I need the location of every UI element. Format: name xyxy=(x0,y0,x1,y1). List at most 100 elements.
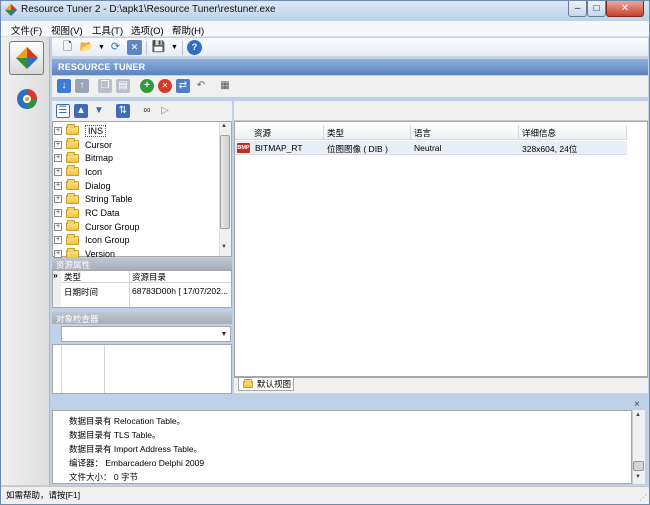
folder-icon xyxy=(66,138,79,150)
cell-type: 位图图像 ( DIB ) xyxy=(327,144,388,154)
close-button[interactable]: ✕ xyxy=(606,1,644,17)
tree-item[interactable]: + INS xyxy=(54,124,217,138)
tree-item[interactable]: + Bitmap xyxy=(54,151,217,165)
app-logo-icon xyxy=(5,4,17,16)
column-header-type[interactable]: 类型 xyxy=(327,127,344,139)
tree-item[interactable]: + Cursor Group xyxy=(54,220,217,234)
help-icon[interactable]: ? xyxy=(187,40,202,55)
log-line: 数据目录有 Import Address Table。 xyxy=(69,444,203,454)
menu-file[interactable]: 文件(F) xyxy=(11,23,42,37)
tree-item-label: Bitmap xyxy=(85,153,114,164)
expand-plus-icon[interactable]: + xyxy=(54,126,62,135)
inspector-col-divider xyxy=(104,345,105,393)
property-key-type: 类型 xyxy=(64,272,82,282)
move-up-icon[interactable]: ↑ xyxy=(75,79,89,93)
image-view-icon[interactable]: ▲ xyxy=(74,104,88,118)
log-scroll-thumb[interactable] xyxy=(633,461,644,471)
column-header-details[interactable]: 详细信息 xyxy=(522,127,556,139)
expand-plus-icon[interactable]: + xyxy=(54,222,62,231)
folder-icon xyxy=(66,206,79,218)
folder-icon xyxy=(66,220,79,232)
resize-grip-icon[interactable]: ⋰ xyxy=(639,493,647,502)
scroll-up-arrow-icon[interactable]: ▲ xyxy=(221,123,227,129)
tree-item[interactable]: + Dialog xyxy=(54,179,217,193)
open-dropdown-chevron-icon[interactable]: ▼ xyxy=(94,40,109,55)
new-file-icon[interactable]: 🗋 xyxy=(60,40,75,55)
column-divider[interactable] xyxy=(410,125,411,139)
toolbar-separator xyxy=(146,41,147,55)
menu-view[interactable]: 视图(V) xyxy=(51,23,83,37)
delete-resource-icon[interactable]: ✕ xyxy=(158,79,172,93)
tree-item-label: INS xyxy=(85,124,107,137)
properties-icon[interactable]: ▦ xyxy=(218,79,232,93)
save-dropdown-chevron-icon[interactable]: ▼ xyxy=(167,40,182,55)
undo-icon[interactable]: ↶ xyxy=(194,79,208,93)
find-binoculars-icon[interactable]: ∞ xyxy=(140,104,154,118)
tree-item[interactable]: + RC Data xyxy=(54,206,217,220)
property-value-datetime[interactable]: 68783D00h [ 17/07/202... xyxy=(132,286,228,296)
tree-item[interactable]: + Cursor xyxy=(54,138,217,152)
save-icon[interactable]: 💾 xyxy=(151,40,166,55)
menu-options[interactable]: 选项(O) xyxy=(131,23,164,37)
replace-resource-icon[interactable]: ⇄ xyxy=(176,79,190,93)
expand-plus-icon[interactable]: + xyxy=(54,154,62,163)
log-close-icon[interactable]: × xyxy=(634,399,640,410)
expand-plus-icon[interactable]: + xyxy=(54,195,62,204)
menu-tools[interactable]: 工具(T) xyxy=(92,23,123,37)
property-value-type[interactable]: 资源目录 xyxy=(132,271,166,283)
refresh-icon[interactable]: ⟳ xyxy=(108,40,123,55)
tree-item[interactable]: + String Table xyxy=(54,192,217,207)
maximize-button[interactable]: □ xyxy=(587,1,606,17)
expand-plus-icon[interactable]: + xyxy=(54,167,62,176)
find-next-icon[interactable]: ▷ xyxy=(158,104,172,118)
tab-default-view-label: 默认视图 xyxy=(257,379,292,389)
copy-icon[interactable]: ❐ xyxy=(98,79,112,93)
minimize-button[interactable]: – xyxy=(568,1,587,17)
column-header-resource[interactable]: 资源 xyxy=(254,127,271,139)
log-scroll-down-icon[interactable]: ▼ xyxy=(635,474,641,480)
expand-plus-icon[interactable]: + xyxy=(54,209,62,218)
log-scroll-up-icon[interactable]: ▲ xyxy=(635,412,641,418)
column-divider[interactable] xyxy=(626,125,627,139)
analyzer-circle-icon[interactable] xyxy=(15,87,39,111)
menu-help[interactable]: 帮助(H) xyxy=(172,23,204,37)
column-header-language[interactable]: 语言 xyxy=(414,127,431,139)
column-divider[interactable] xyxy=(323,125,324,139)
scroll-down-arrow-icon[interactable]: ▼ xyxy=(221,244,227,250)
tree-item[interactable]: + Icon Group xyxy=(54,233,217,248)
expand-plus-icon[interactable]: + xyxy=(54,181,62,190)
properties-col-divider xyxy=(129,271,130,307)
cell-details: 328x604, 24位 xyxy=(522,144,578,154)
tree-item-label: Cursor xyxy=(85,139,113,150)
tree-item-label: RC Data xyxy=(85,208,120,219)
filter-icon[interactable]: ▼ xyxy=(92,104,106,118)
log-scrollbar[interactable] xyxy=(632,410,645,484)
bitmap-file-icon: BMP xyxy=(237,143,250,153)
move-down-icon[interactable]: ↓ xyxy=(57,79,71,93)
folder-icon xyxy=(66,165,79,177)
add-resource-icon[interactable]: + xyxy=(140,79,154,93)
resource-table xyxy=(234,121,648,377)
object-inspector-combo[interactable] xyxy=(61,326,231,342)
sort-icon[interactable]: ⇅ xyxy=(116,104,130,118)
status-bar xyxy=(1,486,649,504)
tree-scroll-thumb[interactable] xyxy=(220,135,230,229)
folder-icon xyxy=(66,192,79,204)
expand-plus-icon[interactable]: + xyxy=(54,140,62,149)
expand-plus-icon[interactable]: + xyxy=(54,236,62,245)
tree-item[interactable]: + Icon xyxy=(54,165,217,179)
close-file-icon[interactable]: ✕ xyxy=(127,40,142,55)
status-text: 如需帮助，请按[F1] xyxy=(6,490,81,500)
tree-item-label: Icon xyxy=(85,166,103,177)
log-line: 数据目录有 TLS Table。 xyxy=(69,430,161,440)
inspector-col-divider xyxy=(61,345,62,393)
tree-item-label: String Table xyxy=(85,194,133,205)
expand-plus-icon[interactable]: + xyxy=(54,250,62,259)
open-folder-icon[interactable]: 📂 xyxy=(79,40,94,55)
column-divider[interactable] xyxy=(518,125,519,139)
resource-list-toolbar xyxy=(234,101,648,121)
tab-default-view[interactable]: 默认视图 xyxy=(238,378,294,391)
paste-icon[interactable]: ▤ xyxy=(116,79,130,93)
combo-chevron-down-icon[interactable]: ▼ xyxy=(218,327,230,341)
tree-view-icon[interactable]: ☰ xyxy=(56,104,70,118)
